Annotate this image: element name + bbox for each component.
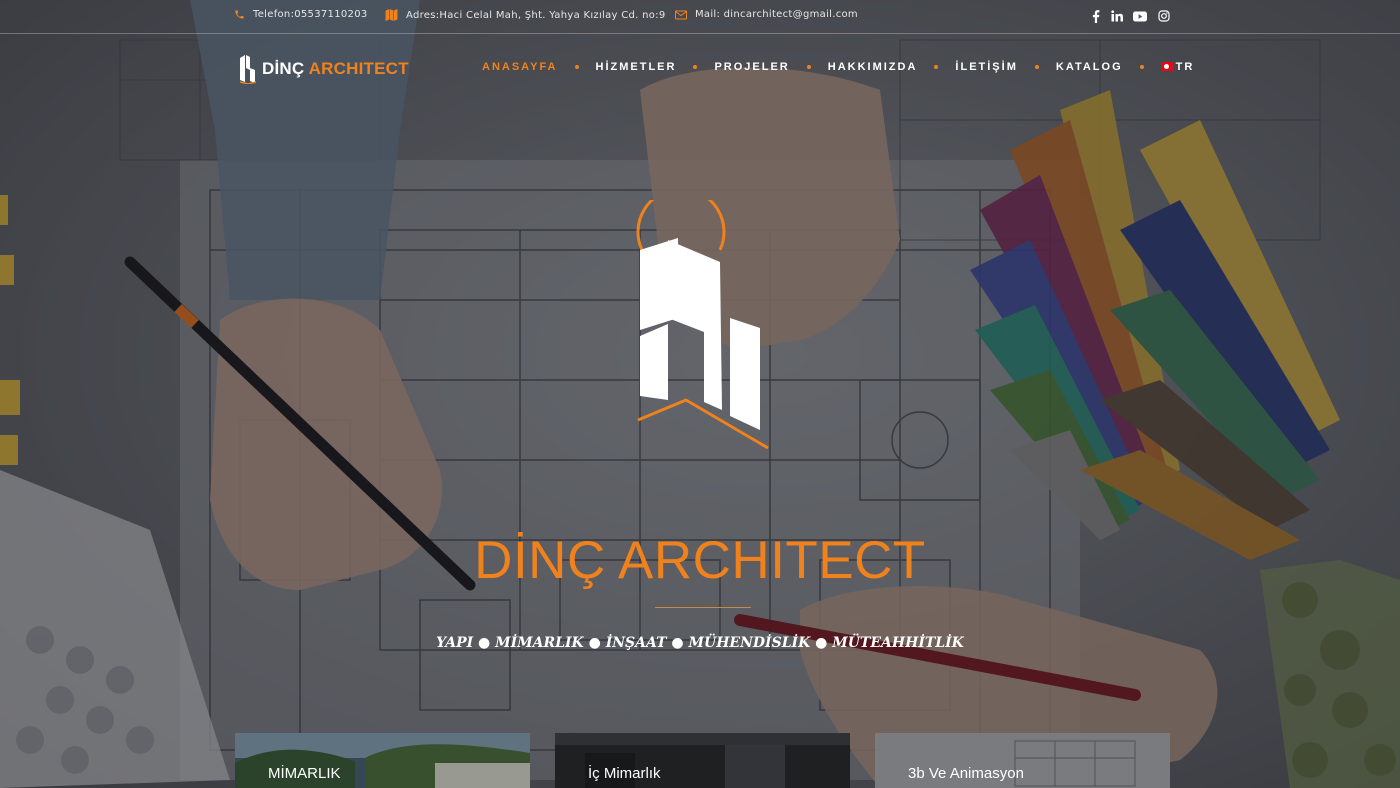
top-info-bar: Telefon:05537110203 Adres:Haci Celal Mah… bbox=[0, 0, 1400, 34]
nav-item-hizmetler[interactable]: HİZMETLER bbox=[596, 61, 677, 73]
nav-item-hakkimizda[interactable]: HAKKIMIZDA bbox=[828, 61, 918, 73]
phone-text: Telefon:05537110203 bbox=[253, 9, 368, 20]
card-label: 3b Ve Animasyon bbox=[908, 765, 1024, 782]
nav-item-iletisim[interactable]: İLETİŞİM bbox=[955, 61, 1017, 73]
map-icon bbox=[385, 9, 398, 21]
address-info: Adres:Haci Celal Mah, Şht. Yahya Kızılay… bbox=[385, 9, 666, 21]
facebook-icon[interactable] bbox=[1088, 8, 1104, 24]
language-label: TR bbox=[1175, 61, 1195, 73]
turkey-flag-icon bbox=[1160, 62, 1174, 71]
service-card-ic-mimarlik[interactable]: İç Mimarlık bbox=[555, 733, 850, 788]
hero-title: DİNÇ ARCHITECT bbox=[474, 531, 926, 590]
hero-subtitle: YAPI ● MİMARLIK ● İNŞAAT ● MÜHENDİSLİK ●… bbox=[436, 635, 964, 651]
nav-separator bbox=[1034, 65, 1039, 69]
nav-separator bbox=[806, 65, 811, 69]
phone-icon bbox=[234, 9, 245, 20]
nav-item-katalog[interactable]: KATALOG bbox=[1056, 61, 1123, 73]
logo-text-part2: ARCHITECT bbox=[308, 59, 409, 78]
nav-separator bbox=[1139, 65, 1144, 69]
page: Telefon:05537110203 Adres:Haci Celal Mah… bbox=[0, 0, 1400, 788]
instagram-icon[interactable] bbox=[1156, 8, 1172, 24]
logo-text: DİNÇ ARCHITECT bbox=[262, 59, 409, 79]
linkedin-icon[interactable] bbox=[1109, 8, 1125, 24]
hero-divider bbox=[655, 607, 751, 608]
nav-item-anasayfa[interactable]: ANASAYFA bbox=[482, 61, 558, 73]
main-nav: ANASAYFA HİZMETLER PROJELER HAKKIMIZDA İ… bbox=[482, 61, 1194, 73]
mail-info[interactable]: Mail: dincarchitect@gmail.com bbox=[675, 9, 858, 20]
service-card-mimarlik[interactable]: MİMARLIK bbox=[235, 733, 530, 788]
nav-separator bbox=[574, 65, 579, 69]
phone-info[interactable]: Telefon:05537110203 bbox=[234, 9, 368, 20]
envelope-icon bbox=[675, 10, 687, 20]
hero-logo-emblem bbox=[636, 200, 769, 450]
nav-separator bbox=[934, 65, 939, 69]
mail-text: Mail: dincarchitect@gmail.com bbox=[695, 9, 858, 20]
logo-building-icon bbox=[239, 55, 257, 84]
youtube-icon[interactable] bbox=[1132, 8, 1148, 24]
logo-text-part1: DİNÇ bbox=[262, 59, 305, 78]
service-card-3b-animasyon[interactable]: 3b Ve Animasyon bbox=[875, 733, 1170, 788]
language-switcher[interactable]: TR bbox=[1160, 61, 1195, 73]
nav-separator bbox=[693, 65, 698, 69]
nav-item-projeler[interactable]: PROJELER bbox=[714, 61, 789, 73]
site-logo[interactable]: DİNÇ ARCHITECT bbox=[238, 52, 409, 86]
address-text: Adres:Haci Celal Mah, Şht. Yahya Kızılay… bbox=[406, 9, 666, 21]
card-label: MİMARLIK bbox=[268, 765, 341, 782]
card-label: İç Mimarlık bbox=[588, 765, 661, 782]
